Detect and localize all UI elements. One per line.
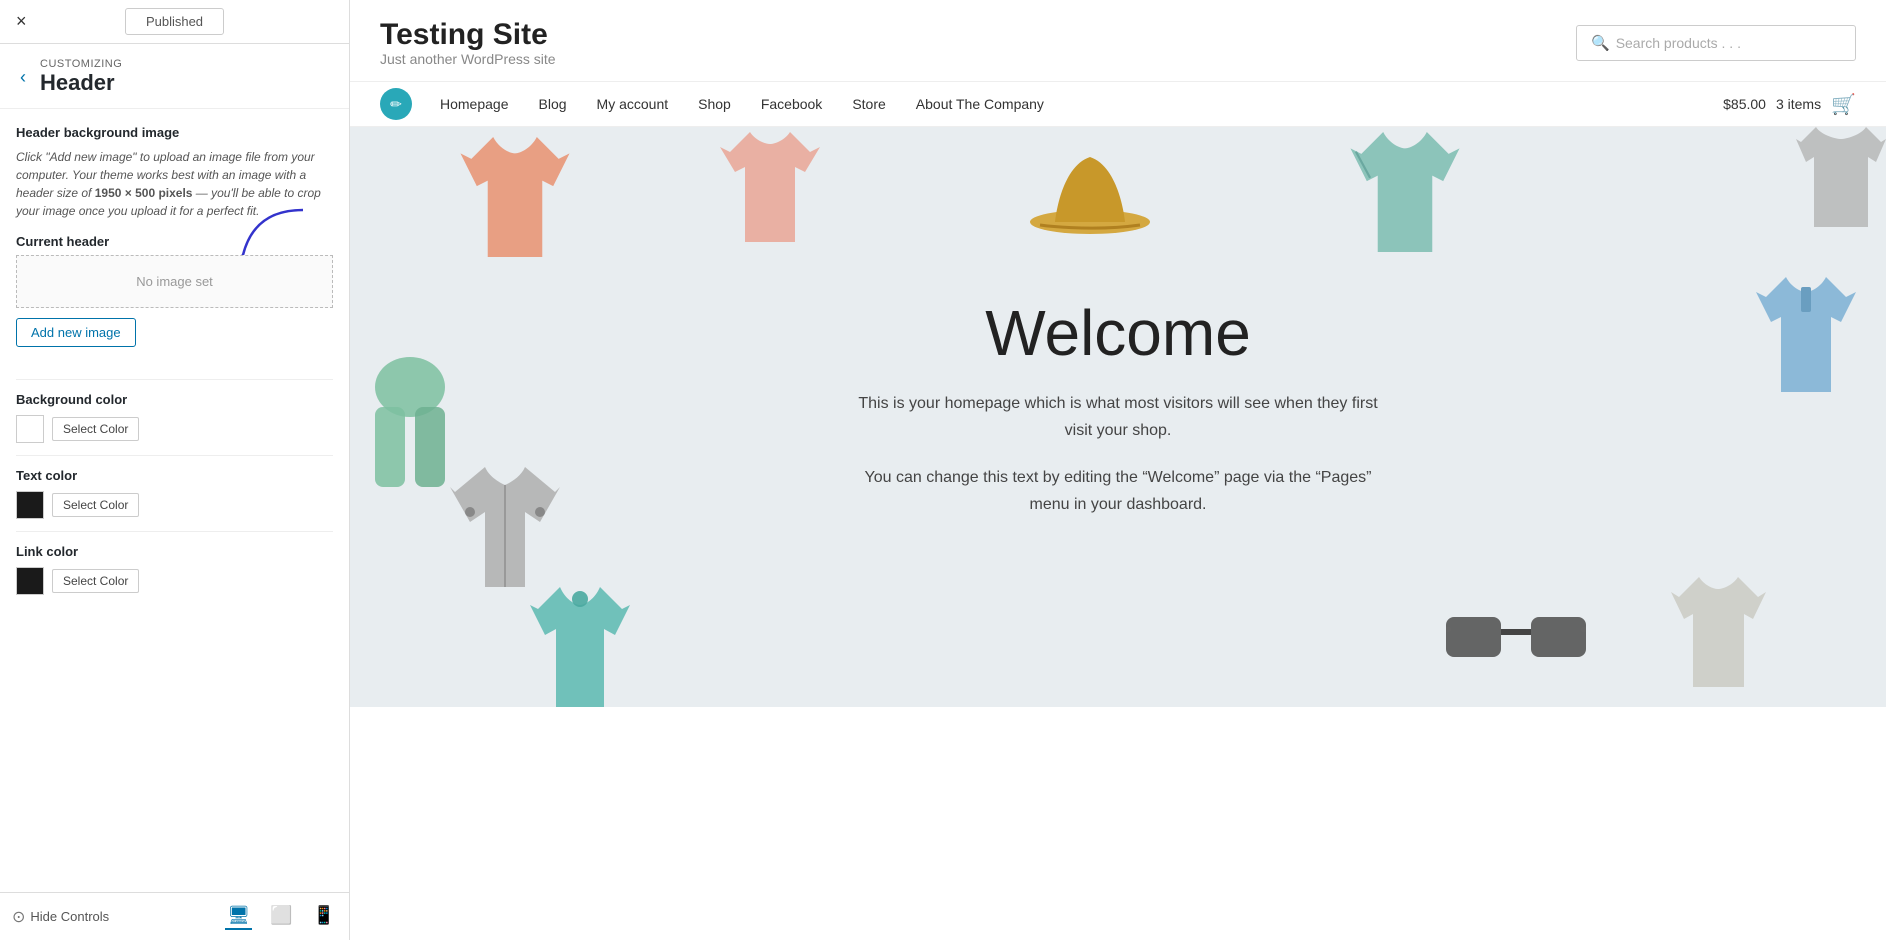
bg-image-desc: Click "Add new image" to upload an image… bbox=[16, 148, 333, 220]
welcome-title: Welcome bbox=[858, 296, 1378, 370]
cart-icon: 🛒 bbox=[1831, 92, 1856, 117]
link-color-row: Select Color bbox=[16, 567, 333, 595]
jacket-gray bbox=[450, 467, 560, 587]
preview-area: Testing Site Just another WordPress site… bbox=[350, 0, 1886, 940]
hero-text: Welcome This is your homepage which is w… bbox=[858, 296, 1378, 539]
nav-bar: ✏ Homepage Blog My account Shop Facebook… bbox=[350, 82, 1886, 127]
cart-info[interactable]: $85.00 3 items 🛒 bbox=[1723, 92, 1856, 117]
back-button[interactable]: ‹ bbox=[16, 65, 30, 90]
divider-2 bbox=[16, 455, 333, 456]
nav-shop[interactable]: Shop bbox=[684, 82, 745, 126]
pants-green bbox=[365, 357, 455, 487]
customizing-title: Header bbox=[40, 70, 122, 96]
nav-homepage[interactable]: Homepage bbox=[426, 82, 523, 126]
desktop-icon[interactable]: 🖥 bbox=[225, 903, 252, 930]
nav-links: Homepage Blog My account Shop Facebook S… bbox=[426, 82, 1717, 126]
hide-controls-button[interactable]: ⊙ Hide Controls bbox=[12, 907, 109, 927]
customizing-text: Customizing Header bbox=[40, 58, 122, 96]
panel-content: Header background image Click "Add new i… bbox=[0, 109, 349, 892]
nav-myaccount[interactable]: My account bbox=[583, 82, 683, 126]
shirt-pink bbox=[460, 137, 570, 257]
tablet-icon[interactable]: ⬜ bbox=[268, 903, 294, 930]
shirt-bluegreen bbox=[1350, 132, 1460, 252]
text-color-row: Select Color bbox=[16, 491, 333, 519]
hide-controls-icon: ⊙ bbox=[12, 907, 25, 927]
bg-color-swatch[interactable] bbox=[16, 415, 44, 443]
published-button[interactable]: Published bbox=[125, 8, 224, 35]
customizing-header: ‹ Customizing Header bbox=[0, 44, 349, 109]
no-image-box: No image set bbox=[16, 255, 333, 308]
shirt-bluepolo bbox=[1756, 277, 1856, 392]
customizer-panel: × Published ‹ Customizing Header Header … bbox=[0, 0, 350, 940]
search-placeholder: Search products . . . bbox=[1616, 35, 1741, 51]
cart-items: 3 items bbox=[1776, 96, 1821, 112]
customizing-label: Customizing bbox=[40, 58, 122, 70]
link-color-title: Link color bbox=[16, 544, 333, 559]
divider-1 bbox=[16, 379, 333, 380]
shirt-white-gray bbox=[1671, 577, 1766, 687]
text-color-title: Text color bbox=[16, 468, 333, 483]
link-color-select-button[interactable]: Select Color bbox=[52, 569, 139, 593]
bottom-bar: ⊙ Hide Controls 🖥 ⬜ 📱 bbox=[0, 892, 349, 940]
search-icon: 🔍 bbox=[1591, 34, 1610, 52]
bg-color-row: Select Color bbox=[16, 415, 333, 443]
no-image-text: No image set bbox=[136, 274, 213, 289]
item-gray-right bbox=[1796, 127, 1886, 227]
add-image-button[interactable]: Add new image bbox=[16, 318, 136, 347]
search-box[interactable]: 🔍 Search products . . . bbox=[1576, 25, 1856, 61]
welcome-desc-1: This is your homepage which is what most… bbox=[858, 390, 1378, 444]
device-icons: 🖥 ⬜ 📱 bbox=[225, 903, 337, 930]
nav-blog[interactable]: Blog bbox=[525, 82, 581, 126]
hat-yellow bbox=[1030, 147, 1150, 247]
site-tagline: Just another WordPress site bbox=[380, 51, 556, 67]
hero-area: Welcome This is your homepage which is w… bbox=[350, 127, 1886, 707]
site-header: Testing Site Just another WordPress site… bbox=[350, 0, 1886, 82]
text-color-swatch[interactable] bbox=[16, 491, 44, 519]
nav-about[interactable]: About The Company bbox=[902, 82, 1058, 126]
top-bar: × Published bbox=[0, 0, 349, 44]
link-color-swatch[interactable] bbox=[16, 567, 44, 595]
preview-inner: Testing Site Just another WordPress site… bbox=[350, 0, 1886, 940]
close-button[interactable]: × bbox=[12, 7, 31, 36]
divider-3 bbox=[16, 531, 333, 532]
edit-button[interactable]: ✏ bbox=[380, 88, 412, 120]
site-branding: Testing Site Just another WordPress site bbox=[380, 18, 556, 67]
current-header-label: Current header bbox=[16, 234, 333, 249]
sunglasses bbox=[1446, 597, 1586, 667]
hide-controls-label: Hide Controls bbox=[30, 909, 109, 924]
shirt-tshirt bbox=[720, 132, 820, 242]
nav-store[interactable]: Store bbox=[838, 82, 899, 126]
nav-facebook[interactable]: Facebook bbox=[747, 82, 836, 126]
bg-color-select-button[interactable]: Select Color bbox=[52, 417, 139, 441]
site-title: Testing Site bbox=[380, 18, 556, 51]
bg-image-title: Header background image bbox=[16, 125, 333, 140]
text-color-select-button[interactable]: Select Color bbox=[52, 493, 139, 517]
welcome-desc-2: You can change this text by editing the … bbox=[858, 464, 1378, 518]
bg-color-title: Background color bbox=[16, 392, 333, 407]
mobile-icon[interactable]: 📱 bbox=[311, 903, 337, 930]
hoodie-teal bbox=[530, 587, 630, 707]
cart-price: $85.00 bbox=[1723, 96, 1766, 112]
